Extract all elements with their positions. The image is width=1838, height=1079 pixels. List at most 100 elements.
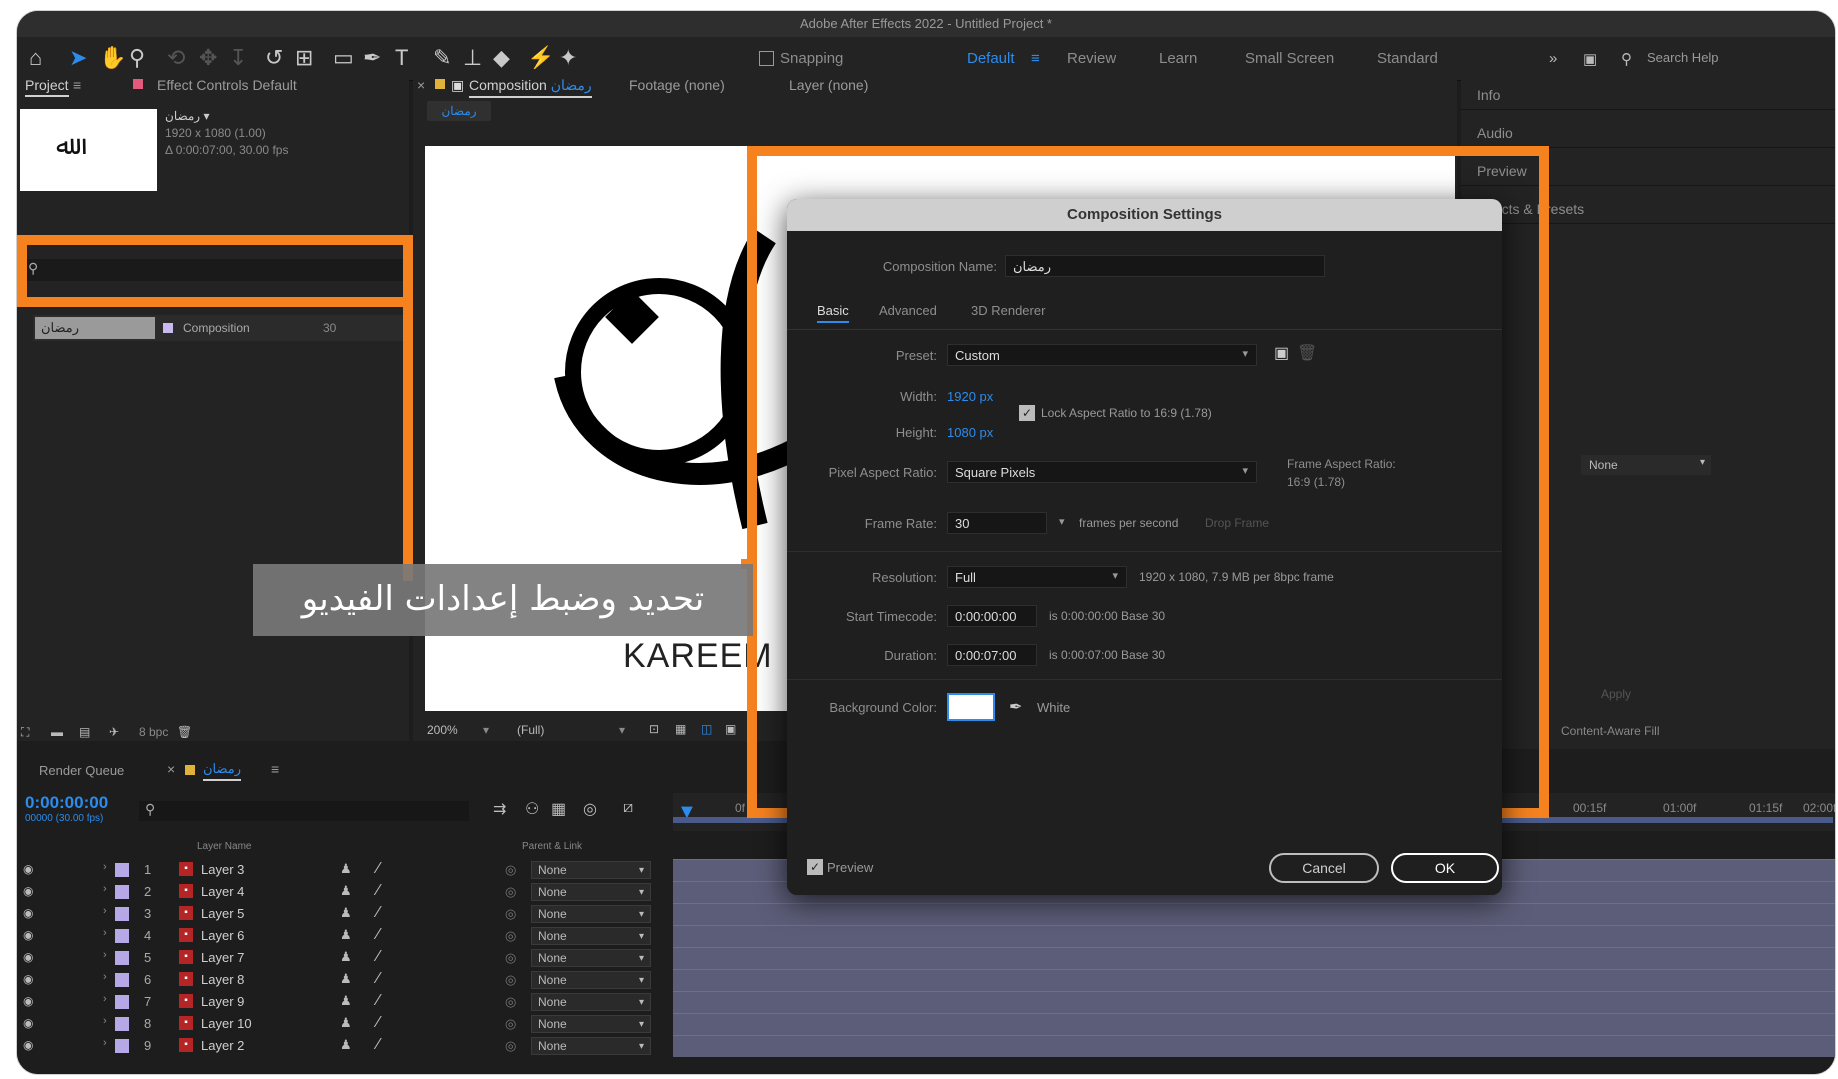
flowchart-icon[interactable]: ✈ xyxy=(109,725,119,739)
height-value[interactable]: 1080 px xyxy=(947,425,993,440)
layer-row[interactable]: ◉ › 9 ▪ Layer 2 ♟ ⁄ ◎ None ▾ xyxy=(17,1035,657,1057)
cancel-button[interactable]: Cancel xyxy=(1269,853,1379,883)
layer-row[interactable]: ◉ › 8 ▪ Layer 10 ♟ ⁄ ◎ None ▾ xyxy=(17,1013,657,1035)
expand-arrow-icon[interactable]: › xyxy=(103,949,107,961)
quality-switch-icon[interactable]: ⁄ xyxy=(377,992,380,1010)
workspace-menu-icon[interactable]: ≡ xyxy=(1031,50,1040,67)
graph-editor-icon[interactable]: ⧄ xyxy=(623,799,633,817)
layer-name[interactable]: Layer 5 xyxy=(201,906,244,921)
layer-duration-bar[interactable] xyxy=(673,903,1835,925)
lock-aspect-checkbox[interactable]: ✓ xyxy=(1019,405,1035,421)
pickwhip-icon[interactable]: ◎ xyxy=(505,906,516,922)
dolly-tool-icon[interactable]: ↧ xyxy=(229,45,247,71)
background-color-swatch[interactable] xyxy=(947,693,995,721)
project-menu-icon[interactable]: ≡ xyxy=(73,77,81,93)
layer-row[interactable]: ◉ › 1 ▪ Layer 3 ♟ ⁄ ◎ None ▾ xyxy=(17,859,657,881)
puppet-tool-icon[interactable]: ✦ xyxy=(559,45,577,71)
more-workspaces-icon[interactable]: » xyxy=(1549,50,1557,67)
home-icon[interactable]: ⌂ xyxy=(29,45,42,71)
preset-select[interactable]: Custom ▾ xyxy=(947,344,1257,366)
pickwhip-icon[interactable]: ◎ xyxy=(505,862,516,878)
layer-name[interactable]: Layer 7 xyxy=(201,950,244,965)
layer-name[interactable]: Layer 6 xyxy=(201,928,244,943)
layer-duration-bar[interactable] xyxy=(673,925,1835,947)
visibility-eye-icon[interactable]: ◉ xyxy=(23,1016,33,1030)
delete-preset-icon[interactable]: 🗑 xyxy=(1297,343,1317,363)
parent-select[interactable]: None ▾ xyxy=(531,905,651,923)
quality-switch-icon[interactable]: ⁄ xyxy=(377,904,380,922)
region-of-interest-icon[interactable]: ⊡ xyxy=(649,722,659,736)
shy-switch-icon[interactable]: ♟ xyxy=(340,1037,352,1053)
layer-duration-bar[interactable] xyxy=(673,969,1835,991)
comp-name-input[interactable]: رمضان xyxy=(1005,255,1325,277)
comp-breadcrumb[interactable]: رمضان xyxy=(427,101,491,121)
layer-name[interactable]: Layer 3 xyxy=(201,862,244,877)
project-item-row[interactable]: رمضان Composition 30 xyxy=(33,315,403,341)
visibility-eye-icon[interactable]: ◉ xyxy=(23,994,33,1008)
shy-switch-icon[interactable]: ♟ xyxy=(340,927,352,943)
tab-footage[interactable]: Footage (none) xyxy=(629,77,725,93)
shy-switch-icon[interactable]: ♟ xyxy=(340,1015,352,1031)
hand-tool-icon[interactable]: ✋ xyxy=(99,45,126,71)
expand-arrow-icon[interactable]: › xyxy=(103,1015,107,1027)
preview-checkbox[interactable]: ✓ xyxy=(807,859,823,875)
label-color-swatch[interactable] xyxy=(115,929,129,943)
pen-tool-icon[interactable]: ✒ xyxy=(363,45,381,71)
search-help-input[interactable]: Search Help xyxy=(1647,50,1719,65)
ok-button[interactable]: OK xyxy=(1391,853,1499,883)
visibility-eye-icon[interactable]: ◉ xyxy=(23,1038,33,1052)
shy-switch-icon[interactable]: ♟ xyxy=(340,949,352,965)
parent-select[interactable]: None ▾ xyxy=(531,993,651,1011)
eraser-tool-icon[interactable]: ◆ xyxy=(493,45,510,71)
shape-tool-icon[interactable]: ▭ xyxy=(333,45,354,71)
layer-row[interactable]: ◉ › 2 ▪ Layer 4 ♟ ⁄ ◎ None ▾ xyxy=(17,881,657,903)
parent-select[interactable]: None ▾ xyxy=(531,1037,651,1055)
expand-arrow-icon[interactable]: › xyxy=(103,1037,107,1049)
pickwhip-icon[interactable]: ◎ xyxy=(505,884,516,900)
layer-duration-bar[interactable] xyxy=(673,1013,1835,1035)
motion-blur-icon[interactable]: ◎ xyxy=(583,799,597,819)
workspace-learn[interactable]: Learn xyxy=(1159,50,1197,67)
parent-select[interactable]: None ▾ xyxy=(531,927,651,945)
project-item-name[interactable]: رمضان xyxy=(35,317,155,339)
workspace-review[interactable]: Review xyxy=(1067,50,1116,67)
expand-arrow-icon[interactable]: › xyxy=(103,905,107,917)
layer-row[interactable]: ◉ › 5 ▪ Layer 7 ♟ ⁄ ◎ None ▾ xyxy=(17,947,657,969)
shy-switch-icon[interactable]: ♟ xyxy=(340,883,352,899)
close-tab-icon[interactable]: × xyxy=(417,77,425,93)
content-aware-fill-label[interactable]: Content-Aware Fill xyxy=(1561,724,1659,738)
label-color-swatch[interactable] xyxy=(115,1039,129,1053)
tab-timeline-comp[interactable]: رمضان xyxy=(203,761,242,781)
orbit-tool-icon[interactable]: ⟲ xyxy=(167,45,185,71)
visibility-eye-icon[interactable]: ◉ xyxy=(23,928,33,942)
tab-effect-controls[interactable]: Effect Controls Default xyxy=(157,77,297,93)
shy-switch-icon[interactable]: ♟ xyxy=(340,971,352,987)
visibility-eye-icon[interactable]: ◉ xyxy=(23,906,33,920)
layer-duration-bar[interactable] xyxy=(673,1035,1835,1057)
pan-tool-icon[interactable]: ✥ xyxy=(199,45,217,71)
label-color-swatch[interactable] xyxy=(115,951,129,965)
tab-advanced[interactable]: Advanced xyxy=(879,303,937,318)
close-tab-icon[interactable]: × xyxy=(167,761,175,777)
visibility-eye-icon[interactable]: ◉ xyxy=(23,950,33,964)
quality-switch-icon[interactable]: ⁄ xyxy=(377,926,380,944)
quality-switch-icon[interactable]: ⁄ xyxy=(377,1036,380,1054)
layer-name[interactable]: Layer 2 xyxy=(201,1038,244,1053)
mask-visibility-icon[interactable]: ◫ xyxy=(701,722,712,736)
tab-basic[interactable]: Basic xyxy=(817,303,849,323)
workspace-default[interactable]: Default xyxy=(967,50,1015,67)
roto-brush-tool-icon[interactable]: ⚡ xyxy=(527,45,554,71)
parent-select[interactable]: None ▾ xyxy=(531,971,651,989)
quality-switch-icon[interactable]: ⁄ xyxy=(377,948,380,966)
shy-switch-icon[interactable]: ♟ xyxy=(340,993,352,1009)
quality-switch-icon[interactable]: ⁄ xyxy=(377,970,380,988)
panel-audio[interactable]: Audio xyxy=(1477,125,1513,141)
label-color-swatch[interactable] xyxy=(115,995,129,1009)
eyedropper-icon[interactable]: ✒ xyxy=(1009,697,1022,717)
layer-row[interactable]: ◉ › 3 ▪ Layer 5 ♟ ⁄ ◎ None ▾ xyxy=(17,903,657,925)
layer-row[interactable]: ◉ › 6 ▪ Layer 8 ♟ ⁄ ◎ None ▾ xyxy=(17,969,657,991)
interpret-footage-icon[interactable]: ⛶ xyxy=(21,725,29,740)
layer-name[interactable]: Layer 9 xyxy=(201,994,244,1009)
chevron-down-icon[interactable]: ▾ xyxy=(483,723,489,737)
shy-layers-icon[interactable]: ⚇ xyxy=(525,799,539,819)
